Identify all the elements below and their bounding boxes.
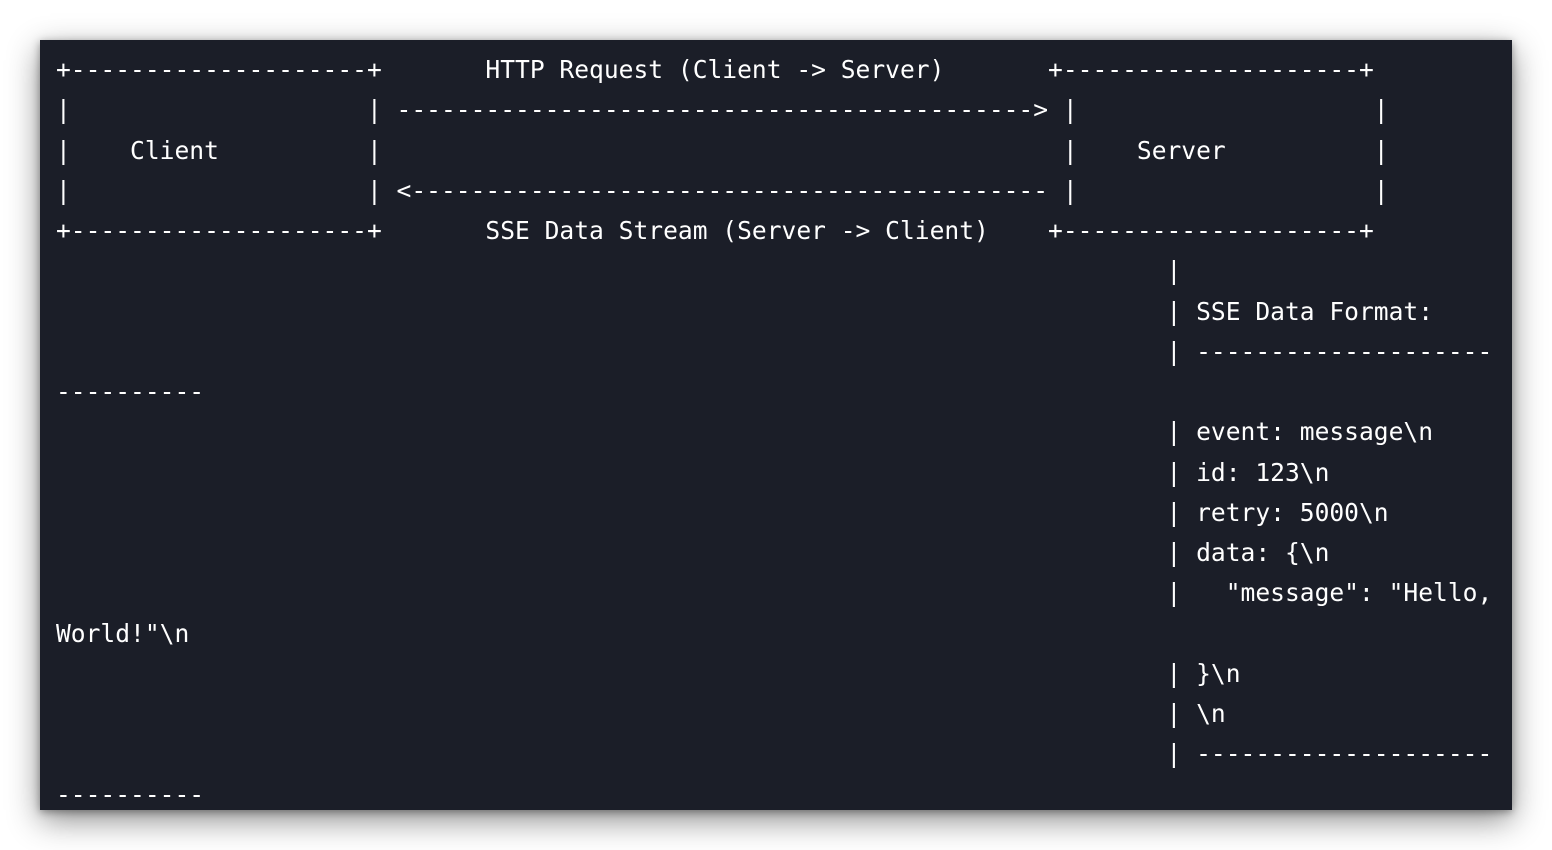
diagram-line-end-rule: | --------------------: [56, 739, 1493, 769]
diagram-line-top-border: +--------------------+ HTTP Request (Cli…: [56, 55, 1374, 84]
diagram-line-close-brace: | }\n: [56, 658, 1241, 688]
diagram-line-format-rule-wrap: ----------: [56, 377, 205, 406]
diagram-line-labels: | Client | | Server |: [56, 135, 1389, 165]
diagram-line-id: | id: 123\n: [56, 457, 1330, 487]
terminal-window: +--------------------+ HTTP Request (Cli…: [40, 40, 1512, 810]
diagram-line-message-wrap: World!"\n: [56, 618, 190, 648]
diagram-line-data: | data: {\n: [56, 538, 1330, 567]
diagram-line-format-rule: | --------------------: [56, 336, 1493, 366]
diagram-line-newline: | \n: [56, 699, 1226, 728]
diagram-line-bottom-border: +--------------------+ SSE Data Stream (…: [56, 216, 1374, 245]
ascii-diagram: +--------------------+ HTTP Request (Cli…: [56, 50, 1492, 810]
diagram-line-event: | event: message\n: [56, 417, 1434, 447]
diagram-line-format-title: | SSE Data Format:: [56, 296, 1434, 326]
diagram-line-response-arrow: | | <-----------------------------------…: [56, 175, 1389, 205]
diagram-line-end-rule-wrap: ----------: [56, 779, 205, 809]
diagram-line-request-arrow: | | ------------------------------------…: [56, 95, 1389, 125]
diagram-line-retry: | retry: 5000\n: [56, 497, 1389, 527]
diagram-line-message: | "message": "Hello,: [56, 578, 1493, 608]
diagram-line-connector: |: [56, 256, 1182, 286]
